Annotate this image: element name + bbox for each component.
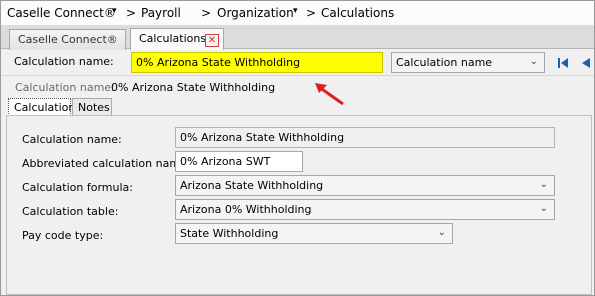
breadcrumb-separator: > xyxy=(126,6,137,20)
chevron-down-icon: ⌄ xyxy=(437,227,446,238)
chevron-down-icon[interactable]: ▾ xyxy=(112,6,117,16)
tab-calculations[interactable]: Calculations ✕ xyxy=(130,28,224,50)
breadcrumb-separator: > xyxy=(201,6,212,20)
previous-record-icon[interactable] xyxy=(578,56,592,70)
calc-name-label: Calculation name: xyxy=(22,133,122,146)
sort-by-dropdown[interactable]: Calculation name ⌄ xyxy=(391,52,545,73)
calculation-name-search-input[interactable]: 0% Arizona State Withholding xyxy=(131,52,383,73)
calculation-form: Calculation name: 0% Arizona State Withh… xyxy=(6,115,592,295)
window: Caselle Connect® ▾ > Payroll > Organizat… xyxy=(0,0,595,296)
calc-formula-label: Calculation formula: xyxy=(22,181,133,194)
abbrev-name-value: 0% Arizona SWT xyxy=(180,155,271,168)
tab-calculation[interactable]: Calculation xyxy=(8,98,75,116)
chevron-down-icon[interactable]: ▾ xyxy=(293,6,298,16)
chevron-down-icon: ⌄ xyxy=(529,56,538,67)
breadcrumb-item-calculations[interactable]: Calculations xyxy=(321,6,394,20)
pay-code-type-label: Pay code type: xyxy=(22,229,104,242)
calc-table-value: Arizona 0% Withholding xyxy=(180,203,312,216)
annotation-arrow-icon xyxy=(315,83,344,106)
record-selector-bar: Calculation name: 0% Arizona State Withh… xyxy=(2,50,594,76)
breadcrumb-separator: > xyxy=(306,6,317,20)
selector-label: Calculation name: xyxy=(14,55,114,68)
chevron-down-icon: ⌄ xyxy=(539,179,548,190)
tab-label: Caselle Connect® xyxy=(18,33,118,46)
breadcrumb-item-caselle-connect[interactable]: Caselle Connect® xyxy=(7,6,116,20)
calc-name-field[interactable]: 0% Arizona State Withholding xyxy=(175,127,555,148)
sort-by-value: Calculation name xyxy=(396,56,493,69)
tab-label: Calculation xyxy=(14,101,76,114)
calc-formula-value: Arizona State Withholding xyxy=(180,179,324,192)
abbrev-name-field[interactable]: 0% Arizona SWT xyxy=(175,151,303,172)
calc-table-dropdown[interactable]: Arizona 0% Withholding ⌄ xyxy=(175,199,555,220)
calc-formula-dropdown[interactable]: Arizona State Withholding ⌄ xyxy=(175,175,555,196)
tab-label: Calculations xyxy=(139,32,207,45)
breadcrumb: Caselle Connect® ▾ > Payroll > Organizat… xyxy=(1,1,594,25)
chevron-down-icon: ⌄ xyxy=(539,203,548,214)
calculation-name-search-value: 0% Arizona State Withholding xyxy=(136,56,301,69)
record-info-label: Calculation name: xyxy=(15,81,115,94)
record-info-value: 0% Arizona State Withholding xyxy=(111,81,276,94)
abbrev-name-label: Abbreviated calculation name: xyxy=(22,157,191,170)
breadcrumb-item-payroll[interactable]: Payroll xyxy=(141,6,181,20)
calc-table-label: Calculation table: xyxy=(22,205,119,218)
pay-code-type-dropdown[interactable]: State Withholding ⌄ xyxy=(175,223,453,244)
tab-label: Notes xyxy=(78,101,110,114)
tab-notes[interactable]: Notes xyxy=(72,98,112,116)
breadcrumb-item-organization[interactable]: Organization xyxy=(217,6,294,20)
tab-strip: Caselle Connect® Calculations ✕ xyxy=(1,25,594,50)
first-record-icon[interactable] xyxy=(556,56,570,70)
calc-name-value: 0% Arizona State Withholding xyxy=(180,131,345,144)
pay-code-type-value: State Withholding xyxy=(180,227,279,240)
close-icon[interactable]: ✕ xyxy=(205,34,219,47)
tab-caselle-connect[interactable]: Caselle Connect® xyxy=(9,29,126,50)
